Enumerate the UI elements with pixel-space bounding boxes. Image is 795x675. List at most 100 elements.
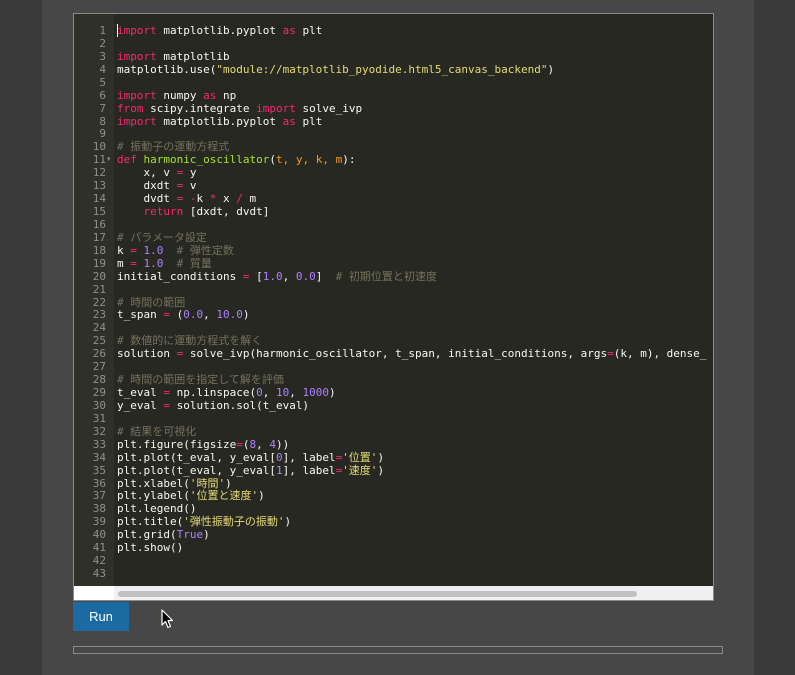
code-line[interactable]: k = 1.0 # 弾性定数 bbox=[117, 244, 234, 257]
token-nu: 0 bbox=[275, 450, 283, 464]
token-tx: , bbox=[282, 269, 296, 283]
code-line[interactable]: solution = solve_ivp(harmonic_oscillator… bbox=[117, 347, 706, 360]
token-kw: return bbox=[143, 205, 184, 219]
code-area[interactable]: 1 2 3 4 5 6 7 8 9 10 11 ▾ 12 13 14 15 16 17 18 19 20 21 22 23 24… bbox=[74, 14, 713, 586]
code-line[interactable]: plt.show() bbox=[117, 541, 183, 554]
token-tx: ( bbox=[169, 308, 184, 322]
token-tx bbox=[183, 192, 190, 205]
code-line[interactable]: # 振動子の運動方程式 bbox=[117, 140, 229, 153]
horizontal-scrollbar-thumb[interactable] bbox=[118, 591, 637, 597]
token-tx: m bbox=[242, 192, 257, 206]
token-st: '弾性振動子の振動' bbox=[183, 515, 285, 529]
code-line[interactable]: import numpy as np bbox=[117, 89, 236, 102]
code-line[interactable]: m = 1.0 # 質量 bbox=[117, 257, 212, 270]
code-line[interactable]: plt.grid(True) bbox=[117, 528, 210, 541]
token-tx: v bbox=[183, 179, 197, 193]
code-line[interactable]: plt.title('弾性振動子の振動') bbox=[117, 515, 291, 528]
code-line[interactable]: x, v = y bbox=[117, 166, 196, 179]
line-number-gutter: 1 2 3 4 5 6 7 8 9 10 11 ▾ 12 13 14 15 16 17 18 19 20 21 22 23 24… bbox=[74, 14, 114, 586]
token-st: '位置と速度' bbox=[189, 489, 259, 503]
token-tx: numpy bbox=[156, 88, 204, 102]
line-number: 22 bbox=[92, 295, 106, 309]
token-nu: 1.0 bbox=[143, 256, 164, 270]
code-line[interactable]: plt.plot(t_eval, y_eval[1], label='速度') bbox=[117, 464, 384, 477]
code-line[interactable]: t_span = (0.0, 10.0) bbox=[117, 308, 249, 321]
token-tx: plt.xlabel( bbox=[117, 476, 190, 490]
token-tx: y_eval bbox=[117, 398, 164, 412]
token-kw: def bbox=[117, 153, 137, 167]
horizontal-scrollbar[interactable] bbox=[114, 586, 713, 600]
code-line[interactable]: plt.legend() bbox=[117, 502, 196, 515]
line-number: 31 bbox=[92, 411, 106, 425]
token-tx bbox=[163, 244, 176, 257]
line-number: 32 bbox=[92, 424, 106, 438]
token-kw: as bbox=[282, 24, 296, 37]
token-st: "module://matplotlib_pyodide.html5_canva… bbox=[216, 62, 548, 76]
line-number: 12 bbox=[92, 166, 106, 180]
run-button[interactable]: Run bbox=[73, 602, 129, 631]
code-line[interactable]: plt.figure(figsize=(8, 4)) bbox=[117, 438, 289, 451]
code-line[interactable]: return [dxdt, dvdt] bbox=[117, 205, 270, 219]
token-kw: = bbox=[163, 308, 170, 322]
token-tx: x bbox=[216, 192, 237, 206]
line-number: 15 bbox=[92, 205, 106, 219]
line-number: 24 bbox=[92, 321, 106, 335]
code-line[interactable]: # 結果を可視化 bbox=[117, 425, 196, 438]
token-kw: = bbox=[130, 256, 137, 270]
fold-toggle-icon[interactable]: ▾ bbox=[107, 153, 111, 166]
token-tx: matplotlib bbox=[156, 49, 230, 63]
token-tx: ], label bbox=[282, 463, 336, 477]
line-number: 43 bbox=[92, 567, 106, 581]
code-line[interactable]: # 時間の範囲を指定して解を評価 bbox=[117, 373, 284, 386]
token-tx: plt.legend() bbox=[117, 502, 197, 516]
line-number: 21 bbox=[92, 282, 106, 296]
code-line[interactable]: dxdt = v bbox=[117, 179, 196, 192]
token-pa: t, y, k, m bbox=[275, 153, 343, 167]
code-line[interactable]: dvdt = -k * x / m bbox=[117, 192, 256, 205]
line-number: 1 bbox=[99, 24, 106, 37]
token-tx: (k, m), dense_ bbox=[613, 347, 707, 361]
line-number: 19 bbox=[92, 256, 106, 270]
text-cursor bbox=[117, 24, 118, 37]
token-tx: plt bbox=[295, 114, 323, 128]
token-cm: # 初期位置と初速度 bbox=[335, 269, 437, 283]
code-line[interactable]: from scipy.integrate import solve_ivp bbox=[117, 102, 362, 115]
token-tx: plt.plot(t_eval, y_eval[ bbox=[117, 450, 276, 464]
token-tx: plt.show() bbox=[117, 541, 184, 555]
token-tx bbox=[137, 257, 144, 270]
line-number: 20 bbox=[92, 269, 106, 283]
code-line[interactable]: matplotlib.use("module://matplotlib_pyod… bbox=[117, 63, 554, 76]
token-kw: import bbox=[117, 114, 157, 128]
token-tx: plt.figure(figsize bbox=[117, 437, 237, 451]
code-line[interactable]: initial_conditions = [1.0, 0.0] # 初期位置と初… bbox=[117, 270, 437, 283]
line-number: 10 bbox=[92, 140, 106, 154]
code-line[interactable]: import matplotlib bbox=[117, 50, 230, 63]
code-line[interactable]: # パラメータ設定 bbox=[117, 231, 207, 244]
line-number: 39 bbox=[92, 515, 106, 529]
token-tx: plt.ylabel( bbox=[117, 489, 190, 503]
code-line[interactable]: def harmonic_oscillator(t, y, k, m): bbox=[117, 153, 355, 166]
code-editor[interactable]: 1 2 3 4 5 6 7 8 9 10 11 ▾ 12 13 14 15 16 17 18 19 20 21 22 23 24… bbox=[73, 13, 714, 601]
line-number: 26 bbox=[92, 347, 106, 361]
code-line[interactable]: import matplotlib.pyplot as plt bbox=[117, 24, 322, 37]
code-line[interactable]: plt.xlabel('時間') bbox=[117, 477, 232, 490]
line-number: 23 bbox=[92, 308, 106, 322]
token-tx: , bbox=[203, 308, 217, 322]
token-cm: # 振動子の運動方程式 bbox=[117, 140, 230, 154]
token-kw: / bbox=[236, 192, 243, 206]
code-line[interactable]: plt.plot(t_eval, y_eval[0], label='位置') bbox=[117, 451, 384, 464]
code-line[interactable]: t_eval = np.linspace(0, 10, 1000) bbox=[117, 386, 336, 399]
token-cm: # 時間の範囲を指定して解を評価 bbox=[117, 373, 284, 387]
token-tx: k bbox=[117, 243, 131, 257]
token-cm: # 結果を可視化 bbox=[117, 424, 197, 438]
line-number: 7 bbox=[99, 101, 106, 115]
code-line[interactable]: plt.ylabel('位置と速度') bbox=[117, 489, 265, 502]
token-tx: , bbox=[262, 386, 276, 400]
token-tx: k bbox=[196, 192, 210, 206]
code-line[interactable]: # 時間の範囲 bbox=[117, 296, 185, 309]
token-kw: from bbox=[117, 101, 144, 115]
code-line[interactable]: y_eval = solution.sol(t_eval) bbox=[117, 399, 309, 412]
code-line[interactable]: # 数値的に運動方程式を解く bbox=[117, 334, 262, 347]
token-tx: solve_ivp bbox=[295, 101, 363, 115]
code-line[interactable]: import matplotlib.pyplot as plt bbox=[117, 115, 322, 128]
